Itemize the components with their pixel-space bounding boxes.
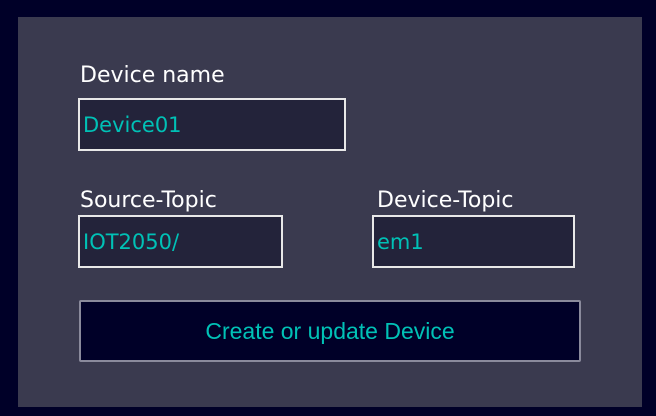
device-name-input[interactable]: Device01: [78, 98, 346, 151]
device-name-label: Device name: [80, 63, 225, 88]
create-or-update-device-button[interactable]: Create or update Device: [79, 300, 581, 362]
source-topic-input[interactable]: IOT2050/: [78, 215, 283, 268]
device-topic-input[interactable]: em1: [372, 215, 575, 268]
device-topic-label: Device-Topic: [377, 188, 514, 213]
source-topic-label: Source-Topic: [80, 188, 217, 213]
